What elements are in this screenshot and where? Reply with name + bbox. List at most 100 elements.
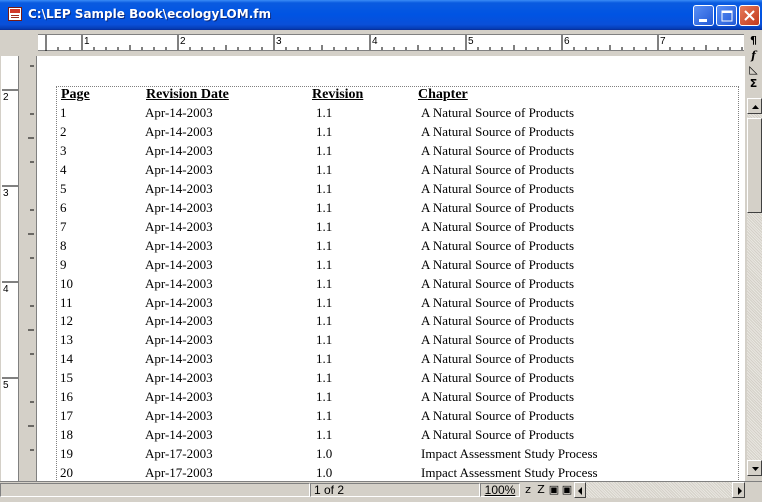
table-row: 19 Apr-17-2003 1.0 Impact Assessment Study … [36,446,736,465]
status-message [0,483,310,497]
page-cell: 6 [60,199,67,215]
vruler-label: 2 [3,92,9,103]
chapter-cell: A Natural Source of Products [421,275,575,291]
table-row: 7 Apr-14-2003 1.1 A Natural Source of Produ… [36,219,736,238]
revision-date-cell: Apr-14-2003 [145,389,213,405]
table-row: 13 Apr-14-2003 1.1 A Natural Source of Prod… [36,332,736,351]
vruler-label: 3 [3,188,9,199]
chapter-cell: A Natural Source of Products [421,218,575,234]
revision-date-cell: Apr-14-2003 [145,105,213,120]
revision-cell: 1.1 [316,256,333,272]
chapter-cell: A Natural Source of Products [421,237,575,253]
page-cell: 14 [60,351,73,367]
page-cell: 9 [60,256,67,272]
page-cell: 2 [60,123,67,139]
revision-cell: 1.1 [316,105,333,120]
table-row: 3 Apr-14-2003 1.1 A Natural Source of Produ… [36,143,736,162]
revision-cell: 1.1 [316,313,333,329]
table-row: 14 Apr-14-2003 1.1 A Natural Source of Prod… [36,351,736,370]
fit-page-button[interactable]: ▣ [548,483,560,497]
revision-cell: 1.1 [316,370,333,386]
scroll-right-button[interactable] [732,482,745,498]
revision-date-cell: Apr-14-2003 [145,351,213,367]
page-indicator[interactable]: 1 of 2 [310,483,480,497]
revision-cell: 1.1 [316,427,333,443]
chapter-cell: A Natural Source of Products [421,123,575,139]
revision-date-cell: Apr-14-2003 [145,313,213,329]
table-row: 1 Apr-14-2003 1.1 A Natural Source of Produ… [36,105,736,124]
scroll-down-button[interactable] [747,460,762,476]
table-row: 18 Apr-14-2003 1.1 A Natural Source of Prod… [36,427,736,446]
revision-date-cell: Apr-14-2003 [145,218,213,234]
vertical-scroll-thumb[interactable] [747,118,762,213]
revision-cell: 1.0 [316,446,333,462]
framemaker-doc-icon[interactable] [8,7,22,21]
page-cell: 3 [60,142,67,158]
table-row: 9 Apr-14-2003 1.1 A Natural Source of Produ… [36,257,736,276]
revision-cell: 1.1 [316,180,333,196]
revision-date-cell: Apr-14-2003 [145,142,213,158]
page-cell: 16 [60,389,73,405]
revision-cell: 1.1 [316,294,333,310]
zoom-level[interactable]: 100% [480,483,520,497]
vertical-ruler[interactable]: 2 3 4 5 [0,56,36,481]
sigma-tool[interactable]: Σ [747,77,760,90]
revision-table: 1 Apr-14-2003 1.1 A Natural Source of Produ… [36,0,745,481]
revision-date-cell: Apr-14-2003 [145,161,213,177]
fit-window-button[interactable]: ▣ [561,483,573,497]
scroll-up-button[interactable] [747,98,762,114]
table-row: 15 Apr-14-2003 1.1 A Natural Source of Prod… [36,370,736,389]
page-cell: 10 [60,275,73,291]
vruler-ticks: 2 3 4 5 [2,65,34,451]
revision-date-cell: Apr-14-2003 [145,427,213,443]
triangle-tool[interactable]: ◺ [747,63,760,76]
vruler-label: 4 [3,284,9,295]
horizontal-scroll-track[interactable] [586,482,732,498]
zoom-in-button[interactable]: Z [535,483,547,497]
page-cell: 11 [60,294,73,310]
chapter-cell: A Natural Source of Products [421,105,575,120]
vruler-label: 5 [3,380,9,391]
revision-date-cell: Apr-14-2003 [145,199,213,215]
zoom-out-button[interactable]: z [522,483,534,497]
chapter-cell: A Natural Source of Products [421,332,575,348]
table-row: 20 Apr-17-2003 1.0 Impact Assessment Study … [36,465,736,481]
revision-cell: 1.1 [316,332,333,348]
revision-cell: 1.1 [316,142,333,158]
page-cell: 1 [60,105,67,120]
revision-cell: 1.1 [316,408,333,424]
revision-date-cell: Apr-14-2003 [145,294,213,310]
function-tool[interactable]: f [747,49,760,62]
scroll-up-icon [752,105,759,109]
page-cell: 7 [60,218,67,234]
chapter-cell: Impact Assessment Study Process [421,465,598,481]
revision-cell: 1.0 [316,465,333,481]
revision-cell: 1.1 [316,389,333,405]
revision-date-cell: Apr-17-2003 [145,446,213,462]
table-row: 17 Apr-14-2003 1.1 A Natural Source of Prod… [36,408,736,427]
chapter-cell: A Natural Source of Products [421,256,575,272]
page-cell: 17 [60,408,73,424]
page-cell: 5 [60,180,67,196]
status-bar: 1 of 2 100% z Z ▣ ▣ [0,481,762,498]
revision-cell: 1.1 [316,199,333,215]
chapter-cell: A Natural Source of Products [421,142,575,158]
chapter-cell: A Natural Source of Products [421,313,575,329]
table-row: 12 Apr-14-2003 1.1 A Natural Source of Prod… [36,313,736,332]
table-row: 11 Apr-14-2003 1.1 A Natural Source of Prod… [36,295,736,314]
page-cell: 13 [60,332,73,348]
page-cell: 18 [60,427,73,443]
table-row: 16 Apr-14-2003 1.1 A Natural Source of Prod… [36,389,736,408]
page-cell: 4 [60,161,67,177]
revision-date-cell: Apr-14-2003 [145,123,213,139]
scroll-left-button[interactable] [574,482,586,498]
table-row: 2 Apr-14-2003 1.1 A Natural Source of Produ… [36,124,736,143]
revision-date-cell: Apr-14-2003 [145,370,213,386]
chapter-cell: A Natural Source of Products [421,370,575,386]
table-row: 5 Apr-14-2003 1.1 A Natural Source of Produ… [36,181,736,200]
page-cell: 8 [60,237,67,253]
revision-cell: 1.1 [316,218,333,234]
revision-date-cell: Apr-14-2003 [145,180,213,196]
paragraph-tool[interactable]: ¶ [747,34,760,47]
revision-cell: 1.1 [316,275,333,291]
